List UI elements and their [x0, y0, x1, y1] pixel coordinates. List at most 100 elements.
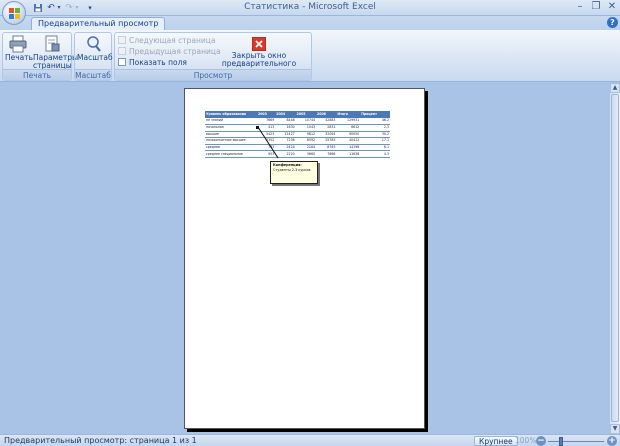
- tab-print-preview[interactable]: Предварительный просмотр: [31, 17, 166, 30]
- table-cell: 6612: [336, 124, 361, 132]
- prev-page-button[interactable]: Предыдущая страница: [118, 47, 221, 57]
- zoom-in-button[interactable]: Крупнее: [474, 436, 518, 446]
- magnifier-icon: [87, 36, 101, 52]
- page-setup-icon: [45, 35, 60, 52]
- close-preview-icon: [252, 37, 266, 51]
- group-preview: Следующая страница Предыдущая страница П…: [114, 32, 312, 81]
- group-print-label: Печать: [3, 69, 71, 80]
- table-cell: 129931: [336, 118, 361, 126]
- restore-icon[interactable]: ❐: [590, 2, 602, 13]
- table-cell: незаконченное высшее: [205, 137, 257, 145]
- table-cell: 14198: [336, 144, 361, 152]
- table-row: незаконченное высшее 2352 7236 6592 2578…: [205, 137, 390, 145]
- comment-text: Студенты 2-3 курсов: [273, 167, 311, 172]
- close-icon[interactable]: ✕: [606, 2, 618, 13]
- table-header-row: Уровень образования 2003 2004 2005 2006 …: [205, 111, 390, 118]
- sheet-table: Уровень образования 2003 2004 2005 2006 …: [205, 111, 390, 159]
- zoom-button-label: Масштаб: [77, 53, 113, 62]
- table-cell: 953: [257, 150, 276, 159]
- table-row: высшее 5423 12427 9812 32094 90050 30.2: [205, 131, 390, 139]
- table-cell: 2.3: [360, 124, 390, 132]
- table-cell: 46.2: [360, 118, 390, 126]
- table-cell: 8446: [275, 118, 296, 126]
- window-title: Статистика - Microsoft Excel: [244, 2, 376, 12]
- table-cell: 7866: [316, 150, 337, 159]
- table-cell: 7236: [275, 137, 296, 145]
- zoom-percent: 100%: [515, 436, 537, 445]
- table-cell: 90050: [336, 131, 361, 139]
- scroll-down-arrow-icon[interactable]: ▼: [610, 424, 620, 434]
- table-cell: 4.3: [360, 150, 390, 159]
- title-bar: ↶ ▾ ↷ ▾ ▾ Статистика - Microsoft Excel –…: [0, 0, 620, 16]
- zoom-button[interactable]: Масштаб: [77, 35, 113, 62]
- table-cell: 9812: [295, 131, 317, 139]
- status-text: Предварительный просмотр: страница 1 из …: [4, 436, 197, 445]
- next-page-label: Следующая страница: [129, 36, 216, 45]
- zoom-slider-thumb[interactable]: [559, 437, 563, 446]
- table-cell: среднее: [205, 144, 257, 152]
- table-cell: 1630: [275, 124, 296, 132]
- prev-page-icon: [118, 47, 126, 55]
- table-cell: 11638: [336, 150, 361, 159]
- ribbon: Печать Параметры страницы Печать Масштаб…: [0, 30, 620, 82]
- table-cell: 2424: [275, 144, 296, 152]
- table-cell: 2184: [295, 144, 317, 152]
- group-zoom-label: Масштаб: [75, 69, 111, 80]
- zoom-plus-icon[interactable]: +: [607, 436, 617, 446]
- table-cell: 30.2: [360, 131, 390, 139]
- table-cell: 12427: [275, 131, 296, 139]
- table-cell: 17.1: [360, 137, 390, 145]
- show-margins-checkbox[interactable]: Показать поля: [118, 58, 187, 68]
- table-cell: 32094: [316, 131, 337, 139]
- table-cell: начальное: [205, 124, 257, 132]
- table-cell: среднее специальное: [205, 150, 257, 159]
- group-print: Печать Параметры страницы Печать: [2, 32, 78, 81]
- table-row: не знаний 7669 8446 10744 42883 129931 4…: [205, 118, 390, 126]
- column-header: Процент: [360, 111, 390, 118]
- help-icon[interactable]: ?: [607, 17, 618, 28]
- scroll-up-arrow-icon[interactable]: ▲: [610, 83, 620, 93]
- excel-window: ↶ ▾ ↷ ▾ ▾ Статистика - Microsoft Excel –…: [0, 0, 620, 446]
- table-cell: 25783: [316, 137, 337, 145]
- page-setup-button[interactable]: Параметры страницы: [33, 35, 78, 70]
- table-cell: 42883: [316, 118, 337, 126]
- table-cell: 10744: [295, 118, 317, 126]
- column-header: 2003: [257, 111, 276, 118]
- minimize-icon[interactable]: –: [574, 2, 586, 13]
- table-row: среднее 763 2424 2184 8763 14198 6.1: [205, 144, 390, 152]
- table-row: начальное 413 1630 1043 2831 6612 2.3: [205, 124, 390, 132]
- office-logo-icon: [9, 8, 20, 19]
- next-page-icon: [118, 36, 126, 44]
- preview-page[interactable]: Уровень образования 2003 2004 2005 2006 …: [184, 88, 425, 429]
- status-bar: Предварительный просмотр: страница 1 из …: [0, 434, 620, 446]
- table-cell: не знаний: [205, 118, 257, 126]
- table-cell: 3660: [295, 150, 317, 159]
- print-button[interactable]: Печать: [5, 35, 34, 62]
- table-cell: 6592: [295, 137, 317, 145]
- table-cell: 2831: [316, 124, 337, 132]
- checkbox-icon: [118, 58, 126, 66]
- group-zoom: Масштаб Масштаб: [74, 32, 113, 81]
- table-cell: 1043: [295, 124, 317, 132]
- table-cell: 8763: [316, 144, 337, 152]
- printer-icon: [9, 35, 27, 53]
- column-header: 2006: [316, 111, 337, 118]
- cell-comment: Конференция: Студенты 2-3 курсов: [270, 161, 318, 184]
- table-cell: высшее: [205, 131, 257, 139]
- ribbon-tab-row: Предварительный просмотр: [0, 16, 620, 30]
- show-margins-label: Показать поля: [129, 58, 187, 67]
- column-header: 2005: [295, 111, 317, 118]
- table-cell: 7669: [257, 118, 276, 126]
- table-row: среднее специальное 953 2220 3660 7866 1…: [205, 150, 390, 159]
- column-header: Итого: [336, 111, 361, 118]
- zoom-out-icon[interactable]: −: [536, 436, 546, 446]
- next-page-button[interactable]: Следующая страница: [118, 36, 215, 46]
- scroll-thumb[interactable]: [611, 94, 619, 422]
- group-preview-label: Просмотр: [115, 69, 311, 80]
- zoom-slider-track[interactable]: [548, 441, 604, 442]
- office-button[interactable]: [2, 1, 26, 25]
- print-button-label: Печать: [5, 53, 34, 62]
- column-header: 2004: [275, 111, 296, 118]
- column-header: Уровень образования: [205, 111, 257, 118]
- table-cell: 40412: [336, 137, 361, 145]
